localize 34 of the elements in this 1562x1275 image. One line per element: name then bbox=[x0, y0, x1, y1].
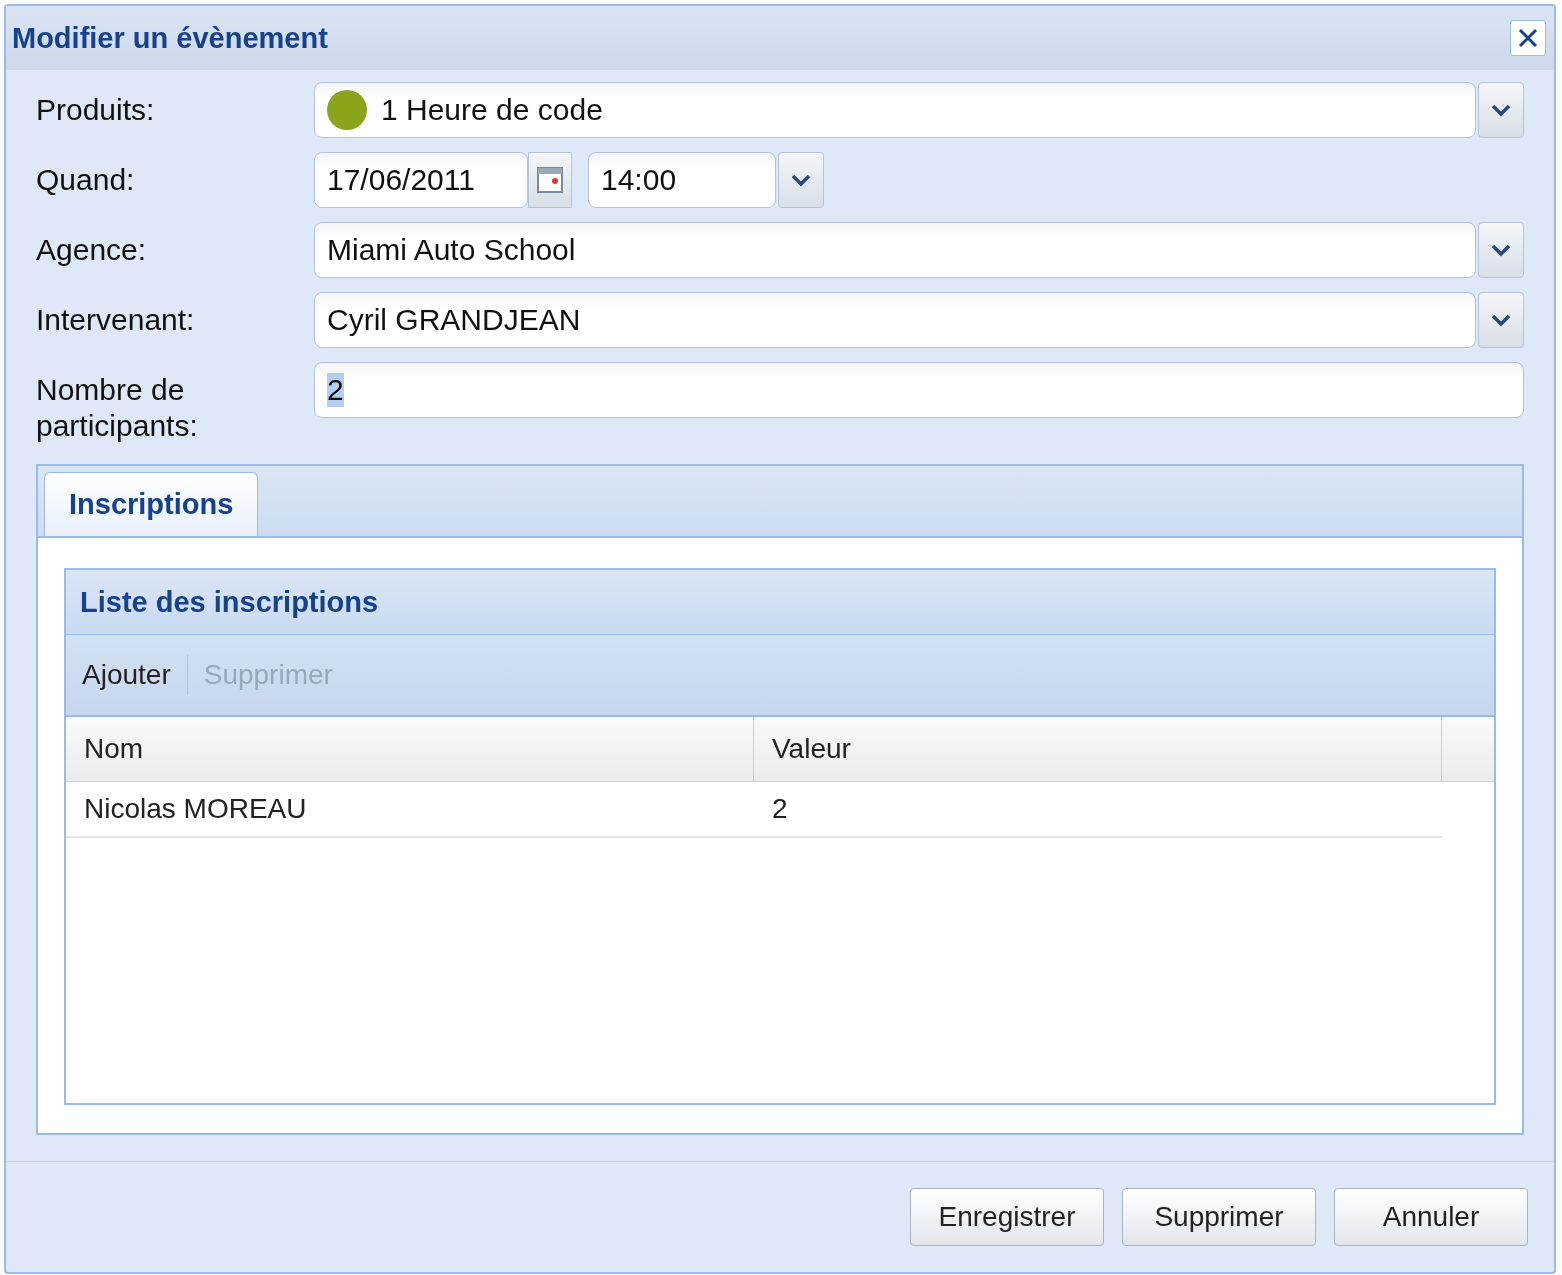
time-field[interactable]: 14:00 bbox=[588, 152, 776, 208]
date-field[interactable]: 17/06/2011 bbox=[314, 152, 528, 208]
table-cell-text: Nicolas MOREAU bbox=[83, 792, 308, 826]
dropdown-button[interactable] bbox=[1478, 292, 1524, 348]
dropdown-button[interactable] bbox=[1478, 82, 1524, 138]
combo-field[interactable]: Miami Auto School bbox=[314, 222, 1476, 278]
combo-field[interactable]: Cyril GRANDJEAN bbox=[314, 292, 1476, 348]
caret-icon bbox=[1490, 103, 1512, 117]
dialog-button[interactable]: Enregistrer bbox=[910, 1188, 1104, 1246]
calendar-button[interactable] bbox=[528, 152, 572, 208]
window-title: Modifier un évènement bbox=[12, 21, 328, 55]
field-label: Quand: bbox=[36, 162, 136, 198]
field-label: Intervenant: bbox=[36, 302, 196, 338]
field-label: Agence: bbox=[36, 232, 148, 268]
text-field[interactable]: 2 bbox=[314, 362, 1524, 418]
caret-icon bbox=[1490, 313, 1512, 327]
calendar-icon bbox=[537, 167, 563, 193]
field-label: Nombre de participants: bbox=[36, 372, 199, 444]
grid-title: Liste des inscriptions bbox=[66, 570, 1494, 635]
dialog-button[interactable]: Supprimer bbox=[1122, 1188, 1316, 1246]
column-header[interactable]: Valeur bbox=[754, 717, 1442, 781]
dialog-button[interactable]: Annuler bbox=[1334, 1188, 1528, 1246]
combo-field[interactable]: 1 Heure de code bbox=[314, 82, 1476, 138]
close-icon bbox=[1517, 27, 1539, 49]
close-button[interactable] bbox=[1510, 20, 1546, 56]
table-cell-text: 2 bbox=[771, 792, 789, 826]
column-header[interactable]: Nom bbox=[66, 717, 754, 781]
field-label: Produits: bbox=[36, 92, 156, 128]
caret-icon bbox=[790, 173, 812, 187]
tab[interactable]: Inscriptions bbox=[44, 472, 259, 536]
caret-icon bbox=[1490, 243, 1512, 257]
dropdown-button[interactable] bbox=[1478, 222, 1524, 278]
dropdown-button[interactable] bbox=[778, 152, 824, 208]
toolbar-button[interactable]: Ajouter bbox=[72, 653, 181, 697]
